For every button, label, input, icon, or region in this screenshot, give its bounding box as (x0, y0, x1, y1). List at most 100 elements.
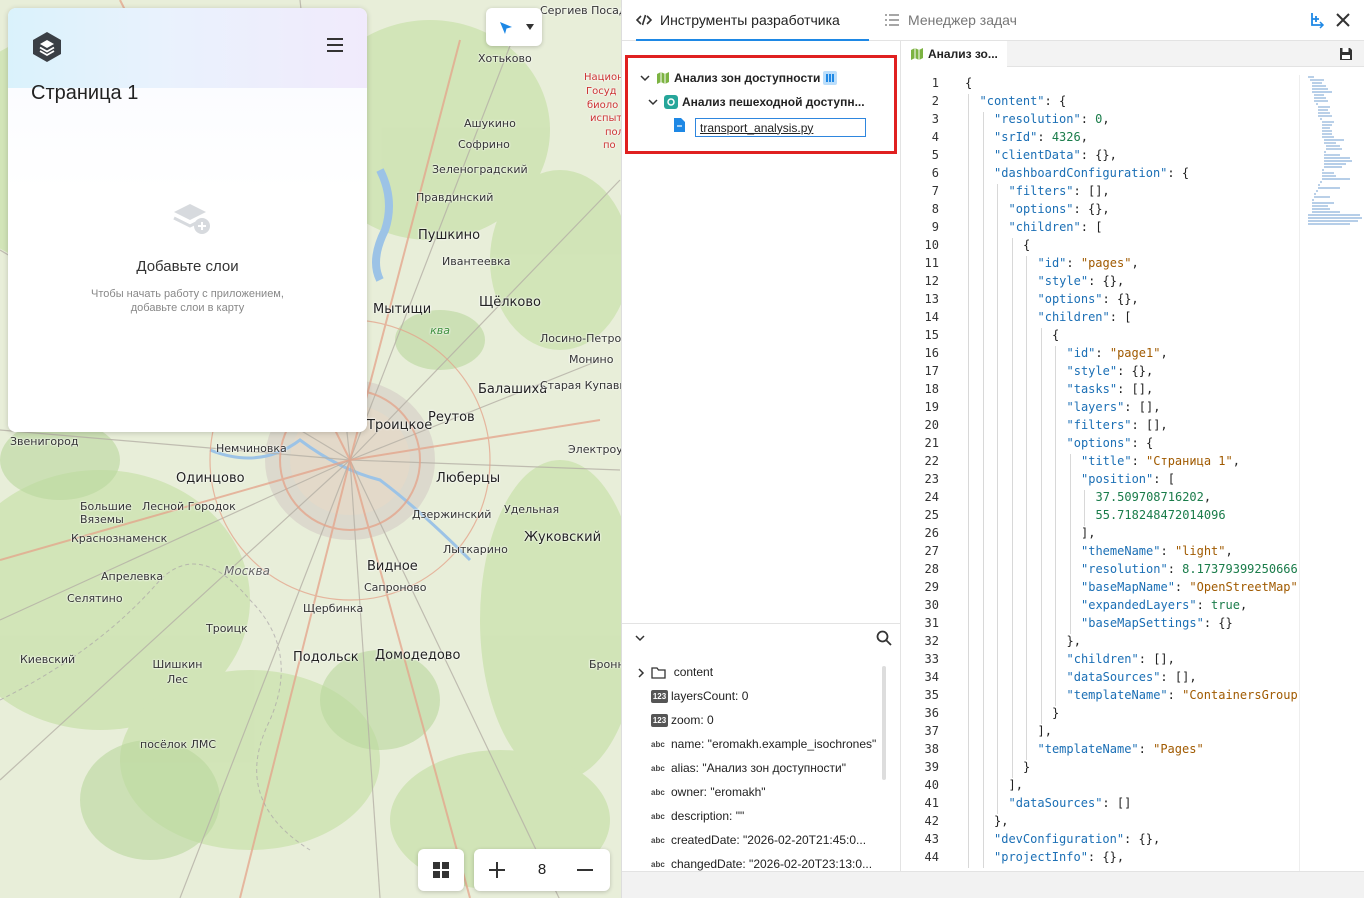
code-area[interactable]: 1{2 "content": {3 "resolution": 0, 4 "srId":… (902, 75, 1297, 871)
file-name-input[interactable] (695, 118, 866, 137)
menu-icon[interactable] (327, 38, 343, 52)
code-line[interactable]: "id": "pages", (1038, 256, 1139, 270)
code-line[interactable]: { (965, 76, 972, 90)
zoom-in-icon[interactable] (486, 859, 508, 881)
code-editor[interactable]: Анализ зо... 1{2 "content": {3 "resolution… (902, 41, 1364, 871)
code-line[interactable]: "baseMapSettings": {} (1081, 616, 1233, 630)
prop-row[interactable]: 123 zoom: 0 (651, 710, 714, 730)
map-label: Люберцы (436, 471, 501, 486)
line-number: 3 (931, 112, 939, 126)
code-line[interactable]: "templateName": "ContainersGroup" (1067, 688, 1298, 702)
code-line[interactable]: "dataSources": [], (1067, 670, 1197, 684)
chevron-down-icon[interactable] (648, 97, 658, 107)
search-icon[interactable] (876, 630, 892, 646)
code-line[interactable]: "options": { (1067, 436, 1154, 450)
indent-guide (1011, 238, 1013, 256)
indent-guide (1055, 454, 1056, 472)
code-line[interactable]: "baseMapName": "OpenStreetMap" (1081, 580, 1297, 594)
code-token: : [], (1117, 382, 1154, 396)
code-line[interactable]: "options": {}, (1009, 202, 1110, 216)
code-line[interactable]: "resolution": 8.173793992506667 (1081, 562, 1297, 576)
indent-guide (982, 130, 984, 148)
prop-row[interactable]: abc createdDate: "2026-02-20T21:45:0... (651, 830, 866, 850)
indent-guide (968, 832, 969, 850)
code-line[interactable]: "position": [ (1081, 472, 1175, 486)
code-token: "themeName" (1081, 544, 1161, 558)
code-line[interactable]: "content": { (980, 94, 1067, 108)
code-line[interactable]: "projectInfo": {}, (994, 850, 1124, 864)
code-line[interactable]: "children": [ (1038, 310, 1132, 324)
indent-guide (1026, 616, 1027, 634)
close-icon[interactable] (1334, 11, 1352, 29)
code-line[interactable]: } (1023, 760, 1030, 774)
code-minimap[interactable] (1299, 75, 1364, 871)
code-line[interactable]: }, (1067, 634, 1081, 648)
code-line[interactable]: { (1052, 328, 1059, 342)
indent-guide (968, 148, 969, 166)
code-line[interactable]: "layers": [], (1067, 400, 1161, 414)
chevron-down-icon[interactable] (526, 24, 534, 30)
editor-tab[interactable]: Анализ зо... (902, 41, 1007, 67)
scrollbar[interactable] (882, 666, 886, 780)
indent-guide (1040, 652, 1042, 670)
code-line[interactable]: "style": {}, (1038, 274, 1125, 288)
code-line[interactable]: }, (994, 814, 1008, 828)
code-line[interactable]: "options": {}, (1038, 292, 1139, 306)
code-line[interactable]: "filters": [], (1009, 184, 1110, 198)
code-line[interactable]: "children": [], (1067, 652, 1175, 666)
indent-guide (1040, 346, 1042, 364)
code-line[interactable]: 55.718248472014096 (1096, 508, 1226, 522)
indent-guide (1026, 364, 1027, 382)
layout-grid-button[interactable] (418, 849, 464, 891)
chevron-down-icon[interactable] (640, 73, 650, 83)
tab-task-manager[interactable]: Менеджер задач (884, 0, 1044, 41)
prop-row[interactable]: abc changedDate: "2026-02-20T23:13:0... (651, 854, 872, 871)
prop-row[interactable]: abc description: "" (651, 806, 744, 826)
code-line[interactable]: ], (1081, 526, 1095, 540)
chevron-down-icon[interactable] (635, 633, 645, 643)
select-tool-button[interactable] (486, 8, 542, 46)
prop-row[interactable]: abc alias: "Анализ зон доступности" (651, 758, 846, 778)
prop-row[interactable]: content (636, 662, 713, 682)
code-token: "children" (1037, 310, 1110, 324)
code-line[interactable]: "themeName": "light", (1081, 544, 1233, 558)
code-line[interactable]: "children": [ (1009, 220, 1103, 234)
code-token: : {}, (1088, 274, 1125, 288)
code-token: : [] (1102, 796, 1132, 810)
code-line[interactable]: "id": "page1", (1067, 346, 1168, 360)
prop-row[interactable]: abc name: "eromakh.example_isochrones" (651, 734, 876, 754)
prop-row[interactable]: 123 layersCount: 0 (651, 686, 748, 706)
indent-guide (968, 508, 969, 526)
tree-structure-icon[interactable] (1308, 11, 1326, 29)
chevron-right-icon[interactable] (636, 668, 646, 678)
indent-guide (982, 688, 984, 706)
code-line[interactable]: } (1052, 706, 1059, 720)
code-line[interactable]: "title": "Страница 1", (1081, 454, 1240, 468)
indent-guide (968, 778, 969, 796)
code-line[interactable]: { (1023, 238, 1030, 252)
map-view[interactable]: Национальный парк «Лосиный остров» Госуд… (0, 0, 621, 898)
save-icon[interactable] (1339, 47, 1353, 61)
line-number: 19 (924, 400, 939, 414)
code-line[interactable]: "expandedLayers": true, (1081, 598, 1247, 612)
tab-developer-tools[interactable]: Инструменты разработчика (636, 0, 869, 41)
zoom-out-icon[interactable] (574, 859, 596, 881)
code-line[interactable]: "dataSources": [] (1009, 796, 1132, 810)
prop-row[interactable]: abc owner: "eromakh" (651, 782, 766, 802)
developer-panel: Инструменты разработчика Менеджер задач (621, 0, 1364, 898)
code-line[interactable]: "tasks": [], (1067, 382, 1154, 396)
indent-guide (982, 166, 984, 184)
code-line[interactable]: "filters": [], (1067, 418, 1168, 432)
code-line[interactable]: ], (1009, 778, 1023, 792)
code-line[interactable]: "devConfiguration": {}, (994, 832, 1160, 846)
code-line[interactable]: ], (1038, 724, 1052, 738)
code-line[interactable]: "templateName": "Pages" (1038, 742, 1204, 756)
code-line[interactable]: "dashboardConfiguration": { (994, 166, 1189, 180)
code-line[interactable]: 37.509708716202, (1096, 490, 1212, 504)
code-line[interactable]: "srId": 4326, (994, 130, 1088, 144)
indent-guide (982, 490, 984, 508)
code-line[interactable]: "resolution": 0, (994, 112, 1110, 126)
app-logo-icon[interactable] (31, 31, 63, 63)
code-line[interactable]: "style": {}, (1067, 364, 1154, 378)
code-line[interactable]: "clientData": {}, (994, 148, 1117, 162)
